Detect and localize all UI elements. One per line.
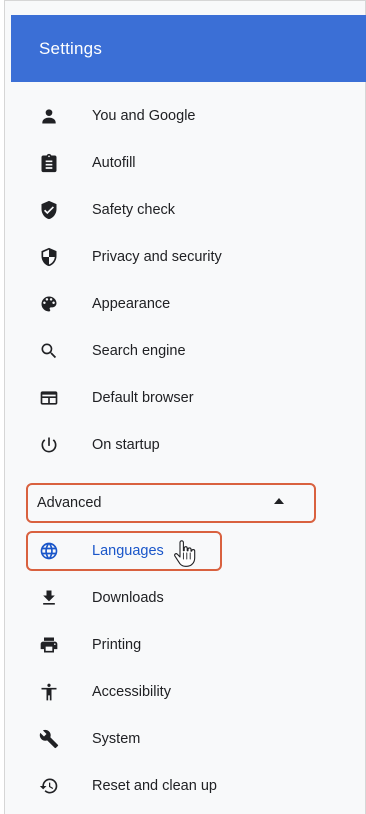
sidebar-item-system[interactable]: System	[11, 719, 366, 759]
sidebar-item-label: You and Google	[92, 108, 196, 124]
sidebar-item-label: Autofill	[92, 155, 136, 171]
sidebar-item-appearance[interactable]: Appearance	[11, 284, 366, 324]
sidebar-item-label: Reset and clean up	[92, 778, 217, 794]
browser-window-icon	[37, 386, 61, 410]
sidebar-item-accessibility[interactable]: Accessibility	[11, 672, 366, 712]
sidebar-item-label: Search engine	[92, 343, 186, 359]
sidebar-item-you-and-google[interactable]: You and Google	[11, 96, 366, 136]
settings-header: Settings	[11, 15, 366, 82]
sidebar-item-label: Appearance	[92, 296, 171, 312]
sidebar-item-label: Downloads	[92, 590, 164, 606]
sidebar-item-label: System	[92, 731, 141, 747]
settings-window: Settings You and Google Autofill Safety …	[0, 0, 366, 814]
sidebar-item-label: Accessibility	[92, 684, 171, 700]
printer-icon	[37, 633, 61, 657]
sidebar-item-label: Privacy and security	[92, 249, 222, 265]
sidebar-item-on-startup[interactable]: On startup	[11, 425, 366, 465]
advanced-label: Advanced	[37, 495, 102, 511]
shield-half-icon	[37, 245, 61, 269]
accessibility-icon	[37, 680, 61, 704]
advanced-section-toggle[interactable]: Advanced	[26, 483, 316, 523]
sidebar-item-label: Printing	[92, 637, 142, 653]
clipboard-icon	[37, 151, 61, 175]
caret-up-icon	[274, 498, 284, 504]
sidebar-item-label: Default browser	[92, 390, 194, 406]
restore-icon	[37, 774, 61, 798]
sidebar-item-label: On startup	[92, 437, 160, 453]
sidebar-item-safety-check[interactable]: Safety check	[11, 190, 366, 230]
sidebar-item-search-engine[interactable]: Search engine	[11, 331, 366, 371]
download-icon	[37, 586, 61, 610]
power-icon	[37, 433, 61, 457]
sidebar-item-privacy-and-security[interactable]: Privacy and security	[11, 237, 366, 277]
shield-check-icon	[37, 198, 61, 222]
person-icon	[37, 104, 61, 128]
hand-cursor-icon	[174, 540, 196, 567]
page-title: Settings	[39, 39, 103, 58]
palette-icon	[37, 292, 61, 316]
sidebar-item-autofill[interactable]: Autofill	[11, 143, 366, 183]
search-icon	[37, 339, 61, 363]
sidebar-item-printing[interactable]: Printing	[11, 625, 366, 665]
sidebar-item-reset-and-clean-up[interactable]: Reset and clean up	[11, 766, 366, 806]
wrench-icon	[37, 727, 61, 751]
sidebar-item-downloads[interactable]: Downloads	[11, 578, 366, 618]
sidebar-item-default-browser[interactable]: Default browser	[11, 378, 366, 418]
sidebar-item-label: Safety check	[92, 202, 176, 218]
